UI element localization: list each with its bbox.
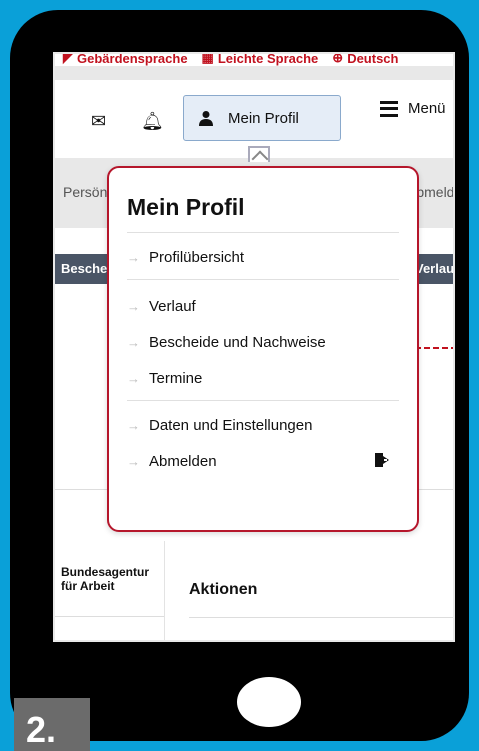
- hamburger-icon: [380, 100, 398, 117]
- profile-dropdown: Mein Profil → Profilübersicht → Verlauf …: [107, 166, 419, 532]
- menu-button[interactable]: Menü: [380, 100, 446, 117]
- sign-language-link[interactable]: ◤ Gebärdensprache: [63, 54, 188, 66]
- divider: [189, 617, 453, 618]
- menu-item-history[interactable]: → Verlauf: [127, 288, 399, 324]
- bell-icon[interactable]: 🔔︎: [141, 112, 164, 130]
- home-button[interactable]: [237, 677, 301, 727]
- step-badge: 2.: [14, 698, 90, 751]
- menu-item-data-settings[interactable]: → Daten und Einstellungen: [127, 407, 399, 443]
- menu-item-appointments[interactable]: → Termine: [127, 360, 399, 396]
- menu-item-notices[interactable]: → Bescheide und Nachweise: [127, 324, 399, 360]
- section-header-right: Verlauf: [415, 261, 455, 276]
- agency-cell: Bundesagentur für Arbeit: [55, 541, 165, 640]
- agency-name: Bundesagentur für Arbeit: [61, 565, 150, 593]
- arrow-right-icon: →: [127, 417, 140, 433]
- arrow-right-icon: →: [127, 298, 140, 314]
- user-icon: [199, 111, 213, 126]
- menu-label: Menü: [408, 100, 446, 117]
- phone-frame: ◤ Gebärdensprache ▦ Leichte Sprache ⊕ De…: [10, 10, 469, 741]
- dropdown-title: Mein Profil: [127, 194, 245, 220]
- logout-icon: [375, 453, 389, 467]
- arrow-right-icon: →: [127, 334, 140, 350]
- my-profile-label: Mein Profil: [228, 109, 299, 127]
- arrow-right-icon: →: [127, 453, 140, 469]
- dashed-line: [415, 347, 453, 349]
- arrow-right-icon: →: [127, 370, 140, 386]
- menu-item-logout[interactable]: → Abmelden: [127, 443, 399, 479]
- mail-icon[interactable]: ✉: [91, 112, 106, 130]
- language-select[interactable]: ⊕ Deutsch: [332, 54, 398, 66]
- main-nav: ✉ 🔔︎ Mein Profil Menü: [55, 80, 453, 150]
- easy-language-link[interactable]: ▦ Leichte Sprache: [202, 54, 319, 66]
- dropdown-caret: [248, 146, 270, 162]
- menu-item-profile-overview[interactable]: → Profilübersicht: [127, 239, 399, 275]
- language-bar: ◤ Gebärdensprache ▦ Leichte Sprache ⊕ De…: [55, 54, 453, 80]
- phone-screen: ◤ Gebärdensprache ▦ Leichte Sprache ⊕ De…: [53, 52, 455, 642]
- my-profile-button[interactable]: Mein Profil: [183, 95, 341, 141]
- actions-heading: Aktionen: [189, 581, 258, 598]
- arrow-right-icon: →: [127, 249, 140, 265]
